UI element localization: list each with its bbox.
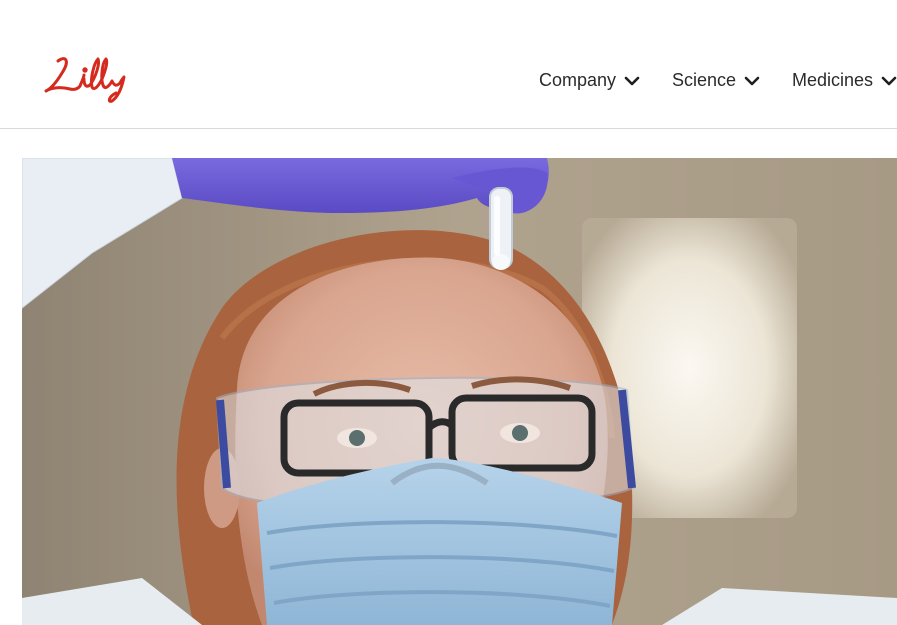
- nav-item-label: Company: [539, 70, 617, 90]
- nav-item-company[interactable]: Company: [539, 70, 640, 91]
- chevron-down-icon: [881, 73, 897, 89]
- scientist-illustration: [22, 158, 897, 625]
- site-header: Company Science Medicines: [0, 0, 897, 129]
- hero-image: [22, 158, 897, 625]
- primary-nav: Company Science Medicines: [0, 70, 897, 94]
- chevron-down-icon: [744, 73, 760, 89]
- nav-item-label: Medicines: [792, 70, 874, 90]
- vial: [489, 187, 513, 270]
- nav-item-label: Science: [672, 70, 737, 90]
- nav-item-medicines[interactable]: Medicines: [792, 70, 897, 91]
- chevron-down-icon: [624, 73, 640, 89]
- nav-item-science[interactable]: Science: [672, 70, 760, 91]
